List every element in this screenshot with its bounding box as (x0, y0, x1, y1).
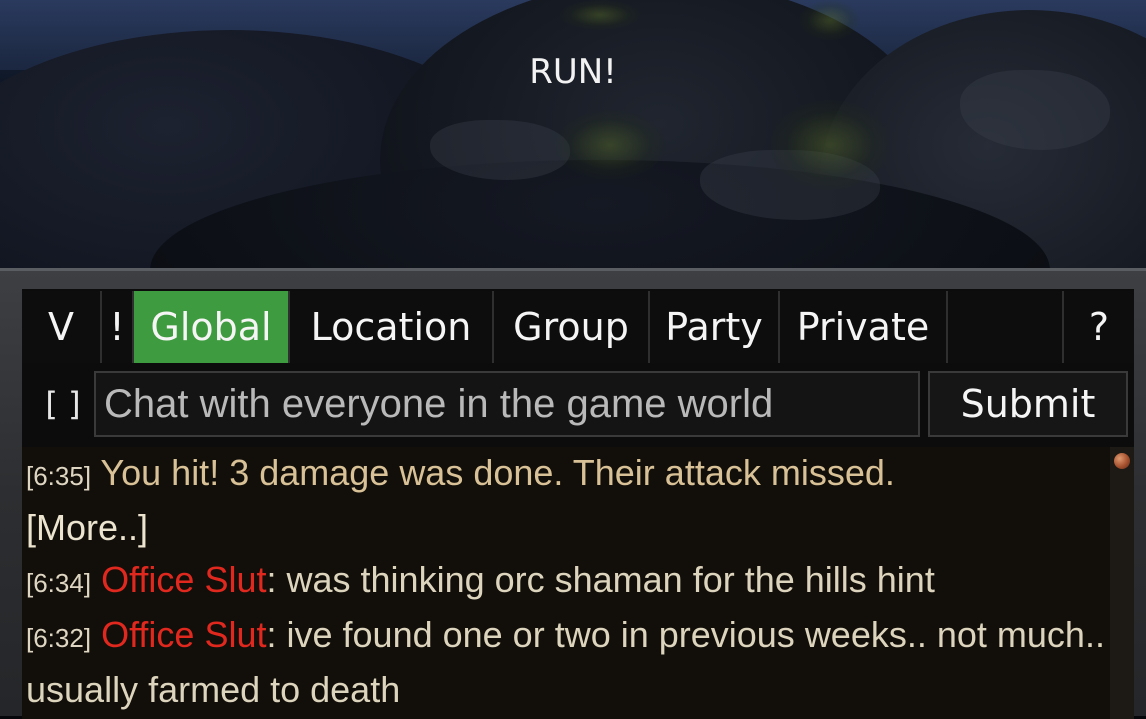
message-timestamp: [6:32] (26, 623, 92, 653)
chat-messages: [6:35] You hit! 3 damage was done. Their… (22, 447, 1110, 719)
tab-alerts[interactable]: ! (102, 291, 134, 363)
message-text: You hit! 3 damage was done. Their attack… (91, 452, 895, 493)
expand-toggle-button[interactable]: [ ] (30, 371, 96, 437)
message-sender[interactable]: Office Slut (101, 614, 266, 655)
tab-toggle-v[interactable]: V (22, 291, 102, 363)
creature-silhouette (800, 0, 860, 40)
tab-party[interactable]: Party (650, 291, 780, 363)
tab-private[interactable]: Private (780, 291, 948, 363)
help-button[interactable]: ? (1064, 291, 1134, 363)
chat-message: [6:32] Office Slut: ive found one or two… (26, 609, 1110, 716)
creature-silhouette (770, 100, 890, 190)
chat-message: [6:34] Office Slut: was thinking orc sha… (26, 554, 1110, 609)
chat-input[interactable] (94, 371, 920, 437)
chat-panel-frame: V ! Global Location Group Party Private … (0, 268, 1146, 719)
tab-group[interactable]: Group (494, 291, 650, 363)
message-timestamp: [6:35] (26, 461, 92, 491)
chat-message: [More..] (26, 502, 1110, 554)
tab-location[interactable]: Location (290, 291, 494, 363)
tab-spacer (948, 291, 1064, 363)
chat-panel: V ! Global Location Group Party Private … (22, 289, 1134, 719)
message-timestamp: [6:34] (26, 568, 92, 598)
tab-global[interactable]: Global (134, 291, 290, 363)
game-scene: RUN! (0, 0, 1146, 268)
creature-silhouette (555, 110, 665, 180)
scroll-thumb[interactable] (1114, 453, 1130, 469)
scene-caption: RUN! (529, 52, 617, 92)
message-sender[interactable]: Office Slut (101, 559, 266, 600)
creature-silhouette (560, 0, 640, 30)
message-text: : was thinking orc shaman for the hills … (266, 559, 935, 600)
chat-message: [6:35] You hit! 3 damage was done. Their… (26, 447, 1110, 502)
chat-tabbar: V ! Global Location Group Party Private … (22, 291, 1134, 363)
more-link[interactable]: [More..] (26, 507, 148, 548)
chat-input-row: [ ] Submit (22, 371, 1134, 437)
chat-scrollbar[interactable] (1110, 447, 1134, 719)
submit-button[interactable]: Submit (928, 371, 1128, 437)
